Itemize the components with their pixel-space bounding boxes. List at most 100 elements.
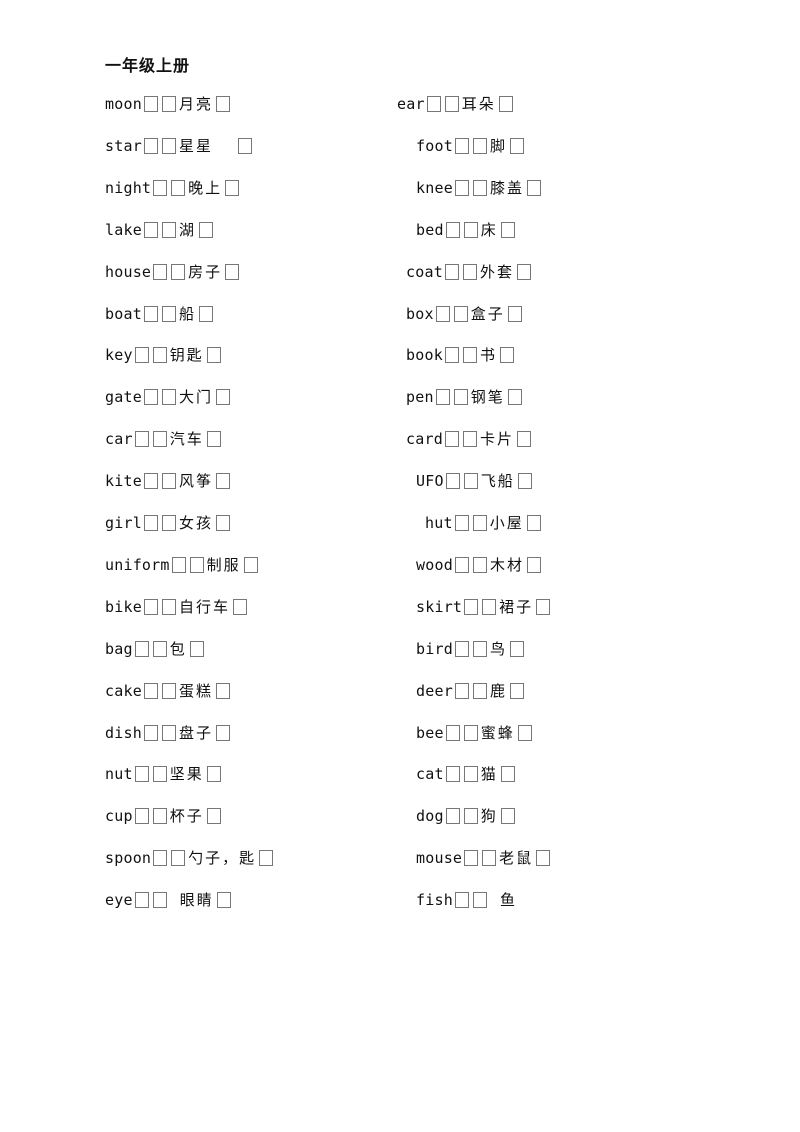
chinese-meaning: 裙子 bbox=[499, 597, 534, 616]
missing-glyph-box bbox=[161, 96, 176, 112]
vocab-entry: hut 小屋 bbox=[425, 513, 543, 533]
english-word: cup bbox=[105, 807, 133, 826]
missing-glyph-box bbox=[445, 473, 460, 490]
chinese-meaning: 月亮 bbox=[178, 95, 213, 113]
vocab-entry: kite 风筝 bbox=[105, 471, 232, 491]
missing-glyph-box bbox=[472, 137, 487, 154]
english-word: foot bbox=[416, 136, 453, 155]
vocab-entry: box 盒子 bbox=[406, 304, 524, 324]
english-word: nut bbox=[105, 765, 133, 784]
vocab-entry: eye 眼睛 bbox=[105, 890, 233, 910]
chinese-meaning: 钢笔 bbox=[470, 388, 505, 407]
chinese-meaning: 鹿 bbox=[489, 681, 507, 700]
missing-glyph-box bbox=[426, 96, 441, 112]
missing-glyph-box bbox=[225, 179, 240, 196]
missing-glyph-box bbox=[225, 263, 240, 280]
chinese-meaning: 蜜蜂 bbox=[480, 723, 515, 742]
missing-glyph-box bbox=[153, 850, 168, 867]
english-word: spoon bbox=[105, 849, 152, 868]
missing-glyph-box bbox=[507, 389, 522, 406]
missing-glyph-box bbox=[453, 305, 468, 322]
chinese-meaning: 房子 bbox=[188, 262, 223, 281]
chinese-meaning: 脚 bbox=[489, 136, 507, 155]
chinese-meaning: 老鼠 bbox=[499, 849, 534, 868]
missing-glyph-box bbox=[454, 640, 469, 657]
vocab-entry: moon 月亮 bbox=[105, 94, 232, 114]
chinese-meaning: 外套 bbox=[479, 262, 514, 281]
vocab-entry: coat 外套 bbox=[406, 262, 533, 282]
missing-glyph-box bbox=[171, 850, 186, 867]
english-word: girl bbox=[105, 514, 142, 532]
vocab-entry: fish 鱼 bbox=[416, 890, 518, 910]
english-word: deer bbox=[416, 681, 453, 700]
missing-glyph-box bbox=[454, 682, 469, 699]
missing-glyph-box bbox=[161, 137, 176, 154]
chinese-meaning: 飞船 bbox=[480, 472, 515, 491]
missing-glyph-box bbox=[453, 389, 468, 406]
english-word: dish bbox=[105, 723, 142, 742]
english-word: bird bbox=[416, 639, 453, 658]
vocab-entry: cat 猫 bbox=[416, 764, 517, 784]
missing-glyph-box bbox=[143, 724, 158, 741]
missing-glyph-box bbox=[499, 347, 514, 364]
missing-glyph-box bbox=[152, 347, 167, 364]
missing-glyph-box bbox=[454, 179, 469, 196]
chinese-meaning: 眼睛 bbox=[179, 891, 214, 910]
missing-glyph-box bbox=[189, 556, 204, 573]
vocab-entry: gate 大门 bbox=[105, 387, 232, 407]
vocab-entry: UFO 飞船 bbox=[416, 471, 534, 491]
missing-glyph-box bbox=[464, 598, 479, 615]
missing-glyph-box bbox=[463, 766, 478, 783]
missing-glyph-box bbox=[463, 724, 478, 741]
missing-glyph-box bbox=[161, 221, 176, 238]
english-word: ear bbox=[397, 95, 425, 113]
english-word: wood bbox=[416, 555, 453, 574]
english-word: key bbox=[105, 346, 133, 365]
missing-glyph-box bbox=[463, 473, 478, 490]
missing-glyph-box bbox=[509, 137, 524, 154]
english-word: pen bbox=[406, 388, 434, 407]
missing-glyph-box bbox=[171, 179, 186, 196]
missing-glyph-box bbox=[215, 515, 230, 531]
missing-glyph-box bbox=[161, 682, 176, 699]
chinese-meaning: 湖 bbox=[178, 220, 196, 239]
missing-glyph-box bbox=[206, 431, 221, 448]
english-word: eye bbox=[105, 891, 133, 910]
missing-glyph-box bbox=[143, 96, 158, 112]
chinese-meaning: 包 bbox=[169, 639, 187, 658]
chinese-meaning: 小屋 bbox=[489, 514, 524, 532]
english-word: mouse bbox=[416, 849, 463, 868]
english-word: dog bbox=[416, 807, 444, 826]
chinese-meaning: 猫 bbox=[480, 765, 498, 784]
vocab-entry: house 房子 bbox=[105, 262, 241, 282]
missing-glyph-box bbox=[216, 892, 231, 909]
missing-glyph-box bbox=[161, 389, 176, 406]
chinese-meaning: 膝盖 bbox=[489, 178, 524, 197]
vocab-entry: key 钥匙 bbox=[105, 345, 223, 365]
missing-glyph-box bbox=[463, 808, 478, 825]
english-word: moon bbox=[105, 95, 142, 113]
missing-glyph-box bbox=[206, 347, 221, 364]
chinese-meaning: 自行车 bbox=[178, 597, 230, 616]
chinese-meaning: 狗 bbox=[480, 807, 498, 826]
missing-glyph-box bbox=[472, 892, 487, 909]
missing-glyph-box bbox=[171, 556, 186, 573]
missing-glyph-box bbox=[472, 682, 487, 699]
missing-glyph-box bbox=[444, 96, 459, 112]
english-word: gate bbox=[105, 388, 142, 407]
missing-glyph-box bbox=[259, 850, 274, 867]
missing-glyph-box bbox=[152, 640, 167, 657]
vocab-entry: foot 脚 bbox=[416, 136, 526, 156]
missing-glyph-box bbox=[215, 96, 230, 112]
vocab-entry: cake 蛋糕 bbox=[105, 681, 232, 701]
chinese-meaning: 大门 bbox=[178, 388, 213, 407]
chinese-meaning: 勺子，匙 bbox=[188, 849, 257, 868]
chinese-meaning: 制服 bbox=[206, 555, 241, 574]
missing-glyph-box bbox=[143, 515, 158, 531]
chinese-meaning: 晚上 bbox=[188, 178, 223, 197]
missing-glyph-box bbox=[500, 808, 515, 825]
chinese-meaning: 木材 bbox=[489, 555, 524, 574]
missing-glyph-box bbox=[237, 137, 252, 154]
missing-glyph-box bbox=[536, 850, 551, 867]
english-word: cat bbox=[416, 765, 444, 784]
